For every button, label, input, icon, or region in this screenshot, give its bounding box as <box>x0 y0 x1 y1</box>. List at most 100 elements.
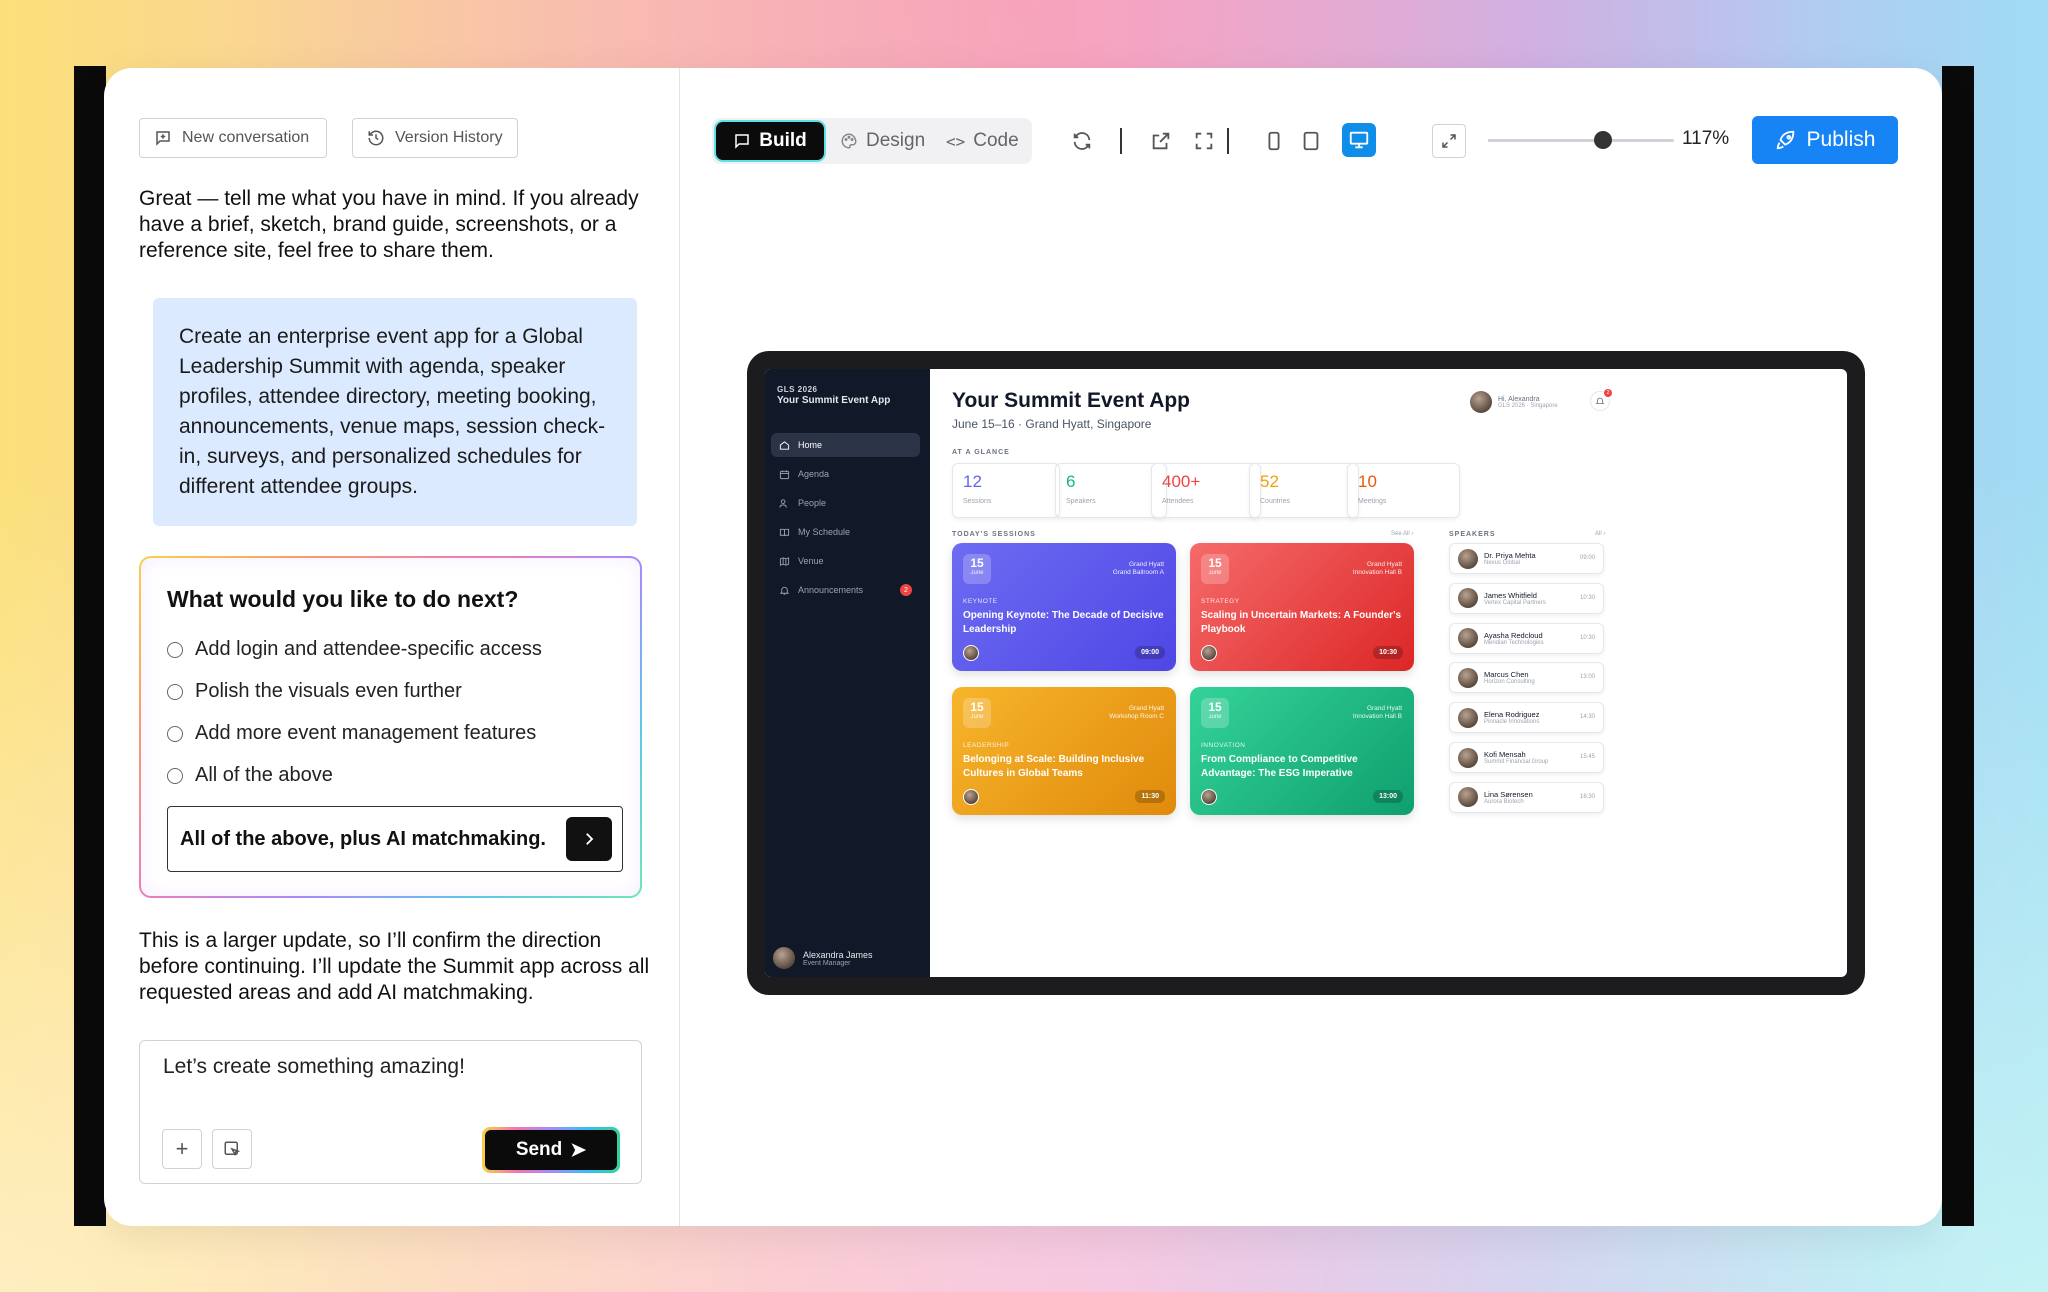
open-external-button[interactable] <box>1146 126 1176 156</box>
expand-icon <box>1442 134 1456 148</box>
page-subtitle: June 15–16 · Grand Hyatt, Singapore <box>952 417 1152 431</box>
stat-value: 52 <box>1260 472 1279 491</box>
session-date: 15 June <box>1201 698 1229 728</box>
submit-answer-button[interactable] <box>566 817 612 861</box>
session-card[interactable]: 15 June Grand Hyatt Workshop Room C LEADERSH… <box>952 687 1176 815</box>
glance-label: AT A GLANCE <box>952 449 1010 456</box>
stat-card[interactable]: 52 Countries <box>1249 463 1359 518</box>
plus-icon: + <box>175 1136 189 1161</box>
notifications-button[interactable]: 2 <box>1590 389 1612 411</box>
mobile-view-button[interactable] <box>1259 126 1289 156</box>
speaker-org: Nexus Global <box>1484 560 1521 566</box>
avatar <box>1458 628 1478 649</box>
question-title: What would you like to do next? <box>167 586 519 612</box>
sidebar-item-venue[interactable]: Venue <box>771 549 920 573</box>
new-conversation-button[interactable]: New conversation <box>139 118 327 158</box>
radio-button[interactable] <box>167 683 183 700</box>
speaker-org: Vertex Capital Partners <box>1484 599 1546 606</box>
bell-icon <box>779 586 790 595</box>
speaker-card[interactable]: Kofi Mensah Summit Financial Group 15:45 <box>1449 742 1604 773</box>
speakers-all-link[interactable]: All › <box>1595 531 1605 537</box>
speaker-card[interactable]: Lina Sørensen Aurora Biotech 16:30 <box>1449 781 1604 813</box>
tab-design[interactable]: Design <box>840 118 925 164</box>
speaker-org: Meridian Technologies <box>1484 639 1544 646</box>
session-time: 11:30 <box>1135 790 1165 803</box>
tab-design-label: Design <box>866 130 926 151</box>
session-card[interactable]: 15 June Grand Hyatt Innovation Hall B STRATE… <box>1190 543 1414 671</box>
speaker-card[interactable]: Elena Rodriguez Pinnacle Innovations 14:30 <box>1449 702 1604 734</box>
session-month: June <box>970 714 984 720</box>
speaker-time: 15:45 <box>1579 754 1595 760</box>
desktop-preview-frame: GLS 2026 Your Summit Event App Home Agen… <box>747 351 1865 995</box>
attach-button[interactable]: + <box>162 1129 202 1169</box>
sidebar-item-label: Home <box>798 440 823 450</box>
sidebar-item-announcements[interactable]: Announcements 2 <box>771 578 920 602</box>
session-room: Workshop Room C <box>1109 713 1164 720</box>
sidebar-item-people[interactable]: People <box>771 491 920 515</box>
sidebar-item-home[interactable]: Home <box>771 433 920 457</box>
session-card[interactable]: 15 June Grand Hyatt Innovation Hall B INNOVA… <box>1190 687 1414 815</box>
tab-build[interactable]: Build <box>716 122 824 160</box>
sidebar-app-name: Your Summit Event App <box>777 395 891 406</box>
user-name: Alexandra James <box>803 949 873 960</box>
zoom-slider[interactable] <box>1488 139 1674 142</box>
sidebar-user[interactable]: Alexandra James Event Manager <box>773 947 873 969</box>
sessions-see-all-link[interactable]: See All › <box>1391 531 1413 537</box>
stat-card[interactable]: 10 Meetings <box>1347 463 1460 518</box>
session-venue-name: Grand Hyatt <box>1366 561 1402 568</box>
session-day: 15 <box>970 700 984 714</box>
speaker-card[interactable]: Ayasha Redcloud Meridian Technologies 10:3… <box>1449 622 1604 654</box>
message-composer[interactable]: Let’s create something amazing! + Send ➤ <box>139 1040 642 1184</box>
new-conversation-label: New conversation <box>182 129 310 146</box>
speaker-name: Dr. Priya Mehta <box>1484 551 1536 560</box>
radio-button[interactable] <box>167 767 183 784</box>
session-venue: Grand Hyatt Innovation Hall B <box>1353 561 1402 577</box>
frame-bar-right <box>1942 66 1974 1226</box>
composer-placeholder[interactable]: Let’s create something amazing! <box>163 1055 465 1079</box>
expand-button[interactable] <box>1432 124 1466 158</box>
speaker-time: 10:30 <box>1579 594 1595 601</box>
radio-button[interactable] <box>167 641 183 658</box>
stat-label: Sessions <box>963 498 992 505</box>
refresh-button[interactable] <box>1067 126 1097 156</box>
tablet-view-button[interactable] <box>1296 126 1326 156</box>
tab-code[interactable]: <> Code <box>946 118 1019 164</box>
speaker-org: Summit Financial Group <box>1484 759 1549 765</box>
option-login-access[interactable]: Add login and attendee-specific access <box>167 638 542 661</box>
speaker-name: Lina Sørensen <box>1484 789 1533 799</box>
home-icon <box>779 440 790 450</box>
session-title: Opening Keynote: The Decade of Decisive … <box>963 610 1164 635</box>
user-greeting[interactable]: Hi, Alexandra GLS 2026 · Singapore <box>1470 391 1558 413</box>
custom-answer-input[interactable]: All of the above, plus AI matchmaking. <box>167 806 623 872</box>
radio-button[interactable] <box>167 725 183 742</box>
sidebar-item-my-schedule[interactable]: My Schedule <box>771 520 920 544</box>
speaker-card[interactable]: Marcus Chen Horizon Consulting 13:00 <box>1449 662 1604 694</box>
speaker-card[interactable]: Dr. Priya Mehta Nexus Global 09:00 <box>1449 543 1604 574</box>
option-event-management[interactable]: Add more event management features <box>167 722 536 745</box>
toolbar-divider <box>1227 128 1229 154</box>
speaker-card[interactable]: James Whitfield Vertex Capital Partners 10… <box>1449 582 1604 614</box>
fullscreen-button[interactable] <box>1189 126 1219 156</box>
sidebar-item-label: My Schedule <box>798 527 851 537</box>
session-room: Grand Ballroom A <box>1112 569 1164 576</box>
desktop-view-button[interactable] <box>1342 123 1376 157</box>
stat-card[interactable]: 400+ Attendees <box>1151 463 1261 518</box>
sidebar-item-label: Venue <box>798 556 824 566</box>
speaker-org: Horizon Consulting <box>1484 679 1535 686</box>
phone-icon <box>1268 131 1280 151</box>
zoom-slider-handle[interactable] <box>1594 131 1613 149</box>
avatar <box>1458 747 1478 768</box>
sidebar-item-agenda[interactable]: Agenda <box>771 462 920 486</box>
option-all-above[interactable]: All of the above <box>167 764 333 787</box>
publish-button[interactable]: Publish <box>1752 116 1898 164</box>
session-room: Innovation Hall B <box>1352 569 1402 576</box>
stat-card[interactable]: 12 Sessions <box>952 463 1060 518</box>
option-label: Polish the visuals even further <box>195 680 462 702</box>
calendar-icon <box>779 469 790 479</box>
send-button[interactable]: Send ➤ <box>482 1127 620 1173</box>
select-element-button[interactable] <box>212 1129 252 1169</box>
session-venue-name: Grand Hyatt <box>1366 705 1402 712</box>
session-card[interactable]: 15 June Grand Hyatt Grand Ballroom A KEYNOTE… <box>952 543 1176 671</box>
version-history-button[interactable]: Version History <box>352 118 518 158</box>
option-polish-visuals[interactable]: Polish the visuals even further <box>167 680 462 703</box>
